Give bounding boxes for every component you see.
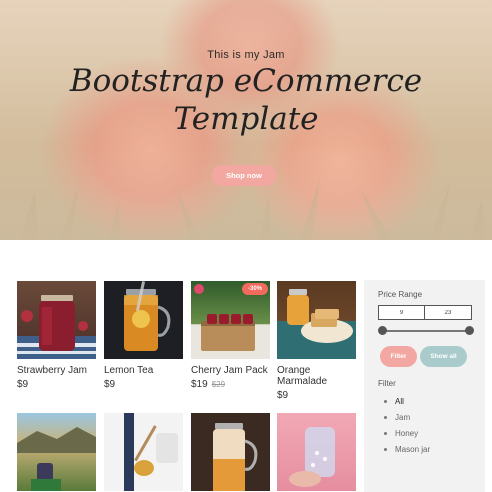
category-list: All Jam Honey Mason jar (384, 394, 430, 458)
product-card[interactable] (17, 413, 96, 491)
product-card[interactable]: -30% Cherry Jam Pack $19 $29 (191, 281, 270, 390)
category-item-mason-jar[interactable]: Mason jar (384, 442, 430, 458)
category-label: All (395, 397, 404, 406)
product-name[interactable]: Lemon Tea (104, 365, 183, 376)
shop-now-button[interactable]: Shop now (212, 165, 276, 186)
product-card[interactable]: Orange Marmalade $9 (277, 281, 356, 401)
product-name[interactable]: Strawberry Jam (17, 365, 96, 376)
price-range-inputs (378, 305, 472, 320)
product-name[interactable]: Cherry Jam Pack (191, 365, 270, 376)
product-price: $9 (17, 379, 96, 390)
product-price: $19 $29 (191, 379, 270, 390)
product-old-price: $29 (211, 380, 226, 389)
product-price-value: $9 (17, 379, 29, 390)
product-price-value: $9 (104, 379, 116, 390)
product-image[interactable] (104, 281, 183, 359)
price-slider-min-handle[interactable] (378, 326, 387, 335)
product-image[interactable] (191, 413, 270, 491)
price-slider-track[interactable] (382, 330, 469, 332)
filter-sidebar: Price Range Filter Show all Filter All J… (364, 280, 485, 492)
price-slider-max-handle[interactable] (465, 326, 474, 335)
product-card[interactable] (191, 413, 270, 491)
product-image[interactable] (277, 413, 356, 491)
product-image[interactable] (17, 281, 96, 359)
product-card[interactable]: Lemon Tea $9 (104, 281, 183, 390)
hero-title-line1: Bootstrap eCommerce (69, 63, 423, 99)
category-item-all[interactable]: All (384, 394, 430, 410)
bullet-icon (384, 400, 387, 404)
category-item-honey[interactable]: Honey (384, 426, 430, 442)
bullet-icon (384, 416, 387, 420)
hero-banner: This is my Jam Bootstrap eCommerce Templ… (0, 0, 492, 240)
category-label: Jam (395, 413, 411, 422)
product-price-value: $19 (191, 379, 208, 390)
product-image[interactable]: -30% (191, 281, 270, 359)
min-price-input[interactable] (379, 306, 425, 319)
max-price-input[interactable] (425, 306, 471, 319)
filter-label: Filter (378, 379, 396, 388)
discount-badge: -30% (242, 283, 268, 295)
product-price-value: $9 (277, 390, 289, 401)
price-range-label: Price Range (378, 290, 423, 299)
category-item-jam[interactable]: Jam (384, 410, 430, 426)
product-card[interactable] (104, 413, 183, 491)
filter-button[interactable]: Filter (380, 346, 417, 367)
product-image[interactable] (17, 413, 96, 491)
product-price: $9 (104, 379, 183, 390)
category-label: Mason jar (395, 445, 431, 454)
product-card[interactable] (277, 413, 356, 491)
bullet-icon (384, 448, 387, 452)
show-all-button[interactable]: Show all (420, 346, 467, 367)
category-label: Honey (395, 429, 419, 438)
hero-subtitle: This is my Jam (207, 49, 285, 61)
product-image[interactable] (277, 281, 356, 359)
product-image[interactable] (104, 413, 183, 491)
hero-title: Bootstrap eCommerce Template (0, 62, 492, 138)
hero-title-line2: Template (173, 101, 319, 137)
product-card[interactable]: Strawberry Jam $9 (17, 281, 96, 390)
product-name[interactable]: Orange Marmalade (277, 365, 356, 387)
product-price: $9 (277, 390, 356, 401)
bullet-icon (384, 432, 387, 436)
